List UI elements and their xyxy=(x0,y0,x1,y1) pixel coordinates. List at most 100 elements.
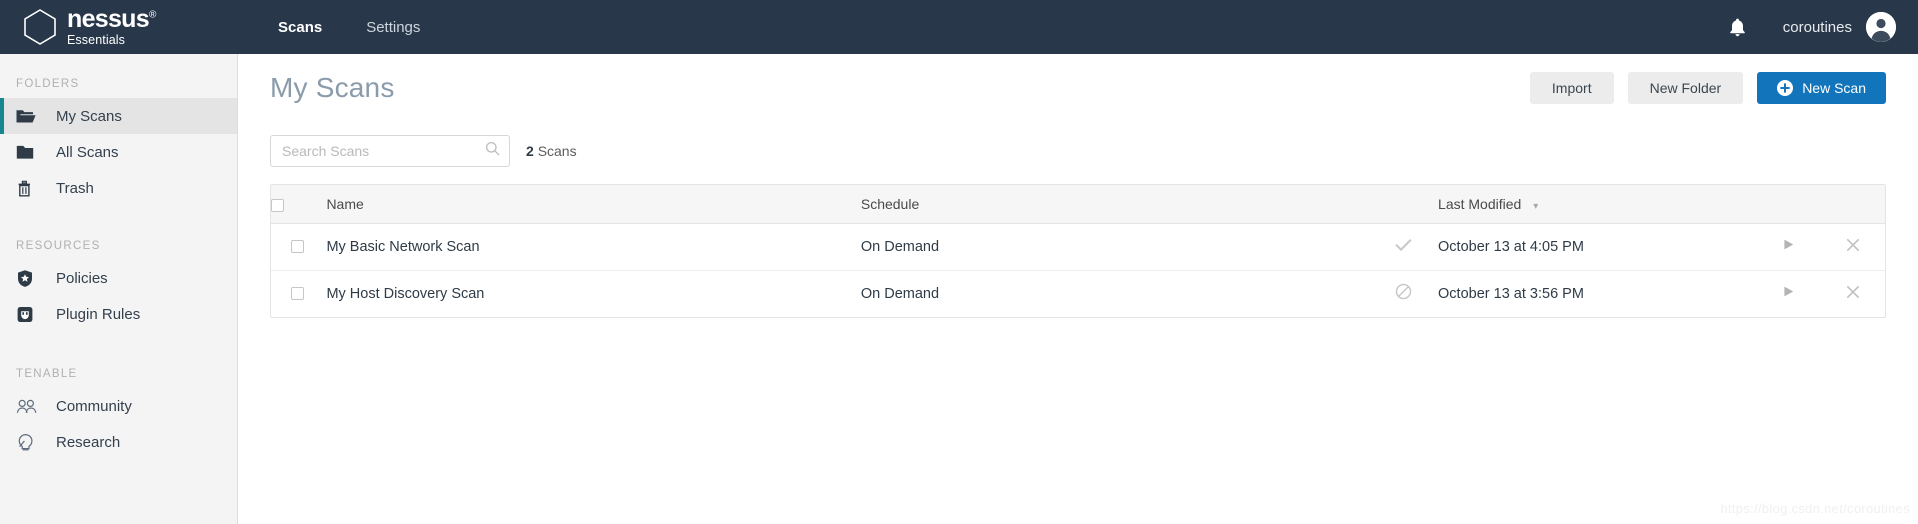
nessus-hexagon-logo-icon xyxy=(22,8,58,46)
nav-links: Scans Settings xyxy=(256,0,442,54)
row-name-cell[interactable]: My Host Discovery Scan xyxy=(324,270,858,317)
play-icon[interactable] xyxy=(1782,285,1795,298)
row-schedule-cell: On Demand xyxy=(858,223,1372,271)
sidebar-section-title-folders: FOLDERS xyxy=(16,78,80,90)
page-header-actions: Import New Folder New Scan xyxy=(1516,72,1886,104)
sidebar-item-research[interactable]: Research xyxy=(0,424,237,460)
main-content: My Scans Import New Folder New Scan Sear… xyxy=(238,54,1918,524)
nav-link-scans[interactable]: Scans xyxy=(256,0,344,54)
search-input[interactable] xyxy=(280,142,485,160)
nav-link-settings[interactable]: Settings xyxy=(344,0,442,54)
scan-name-link[interactable]: My Basic Network Scan xyxy=(324,239,479,255)
research-bulb-icon xyxy=(16,433,40,452)
sidebar-item-my-scans[interactable]: My Scans xyxy=(0,98,237,134)
sidebar-item-policies[interactable]: Policies xyxy=(0,260,237,296)
row-delete-cell xyxy=(1820,223,1885,271)
column-header-status xyxy=(1371,185,1437,224)
row-status-cell xyxy=(1371,223,1437,271)
new-scan-button[interactable]: New Scan xyxy=(1757,72,1886,104)
scan-count-label: Scans xyxy=(537,143,577,159)
sidebar-section-title-tenable: TENABLE xyxy=(16,368,78,380)
sidebar-section-resources: RESOURCES Policies Plugin Rules xyxy=(0,206,237,332)
row-launch-cell xyxy=(1756,223,1821,271)
sidebar-item-trash[interactable]: Trash xyxy=(0,170,237,206)
sidebar-section-tenable: TENABLE Community Research xyxy=(0,332,237,460)
nessus-app-window: nessus® Essentials Scans Settings corout… xyxy=(0,0,1918,524)
sidebar-item-plugin-rules[interactable]: Plugin Rules xyxy=(0,296,237,332)
sidebar-section-title-resources: RESOURCES xyxy=(16,240,101,252)
sidebar-item-label-research: Research xyxy=(56,433,121,451)
row-checkbox[interactable] xyxy=(291,240,305,254)
column-header-last-modified[interactable]: Last Modified ▾ xyxy=(1436,185,1757,224)
shield-star-icon xyxy=(16,269,40,288)
plugin-rules-icon xyxy=(16,305,40,324)
play-icon[interactable] xyxy=(1782,238,1795,251)
sidebar-item-label-policies: Policies xyxy=(56,269,108,287)
scan-name-link[interactable]: My Host Discovery Scan xyxy=(324,286,484,302)
scan-last-modified-label: October 13 at 4:05 PM xyxy=(1438,238,1584,255)
sidebar-item-label-my-scans: My Scans xyxy=(56,107,122,125)
scan-last-modified-label: October 13 at 3:56 PM xyxy=(1438,285,1584,302)
select-all-checkbox[interactable] xyxy=(271,198,284,212)
brand-logo[interactable]: nessus® Essentials xyxy=(0,0,238,54)
scan-schedule-label: On Demand xyxy=(860,285,940,302)
column-header-name-label: Name xyxy=(326,195,364,212)
table-header-row: Name Schedule Last Modified ▾ xyxy=(271,185,1885,224)
new-scan-button-label: New Scan xyxy=(1802,80,1866,96)
bell-icon[interactable] xyxy=(1728,17,1747,38)
row-schedule-cell: On Demand xyxy=(859,270,1372,317)
top-navigation-bar: nessus® Essentials Scans Settings corout… xyxy=(0,0,1918,54)
user-avatar-icon[interactable] xyxy=(1866,12,1896,42)
scans-table-header: Name Schedule Last Modified ▾ xyxy=(271,185,1885,224)
row-launch-cell xyxy=(1757,270,1821,317)
column-header-schedule[interactable]: Schedule xyxy=(858,185,1372,224)
row-last-modified-cell: October 13 at 4:05 PM xyxy=(1436,223,1757,271)
column-header-launch xyxy=(1756,185,1821,224)
row-checkbox-cell xyxy=(271,223,325,271)
sidebar-item-label-community: Community xyxy=(56,397,132,415)
folder-open-icon xyxy=(16,108,40,124)
new-folder-button[interactable]: New Folder xyxy=(1627,72,1744,104)
scans-table-container: Name Schedule Last Modified ▾ My Basic N… xyxy=(270,184,1886,318)
scans-table: Name Schedule Last Modified ▾ My Basic N… xyxy=(271,185,1885,317)
sidebar: FOLDERS My Scans All Scans Trash RESOURC… xyxy=(0,54,238,524)
check-icon xyxy=(1395,238,1412,256)
select-all-header xyxy=(271,185,325,224)
watermark: https://blog.csdn.net/coroutines xyxy=(1720,501,1910,516)
row-checkbox[interactable] xyxy=(291,287,305,301)
table-row[interactable]: My Host Discovery Scan On Demand October… xyxy=(271,270,1885,317)
import-button[interactable]: Import xyxy=(1529,72,1614,104)
brand-edition-text: Essentials xyxy=(67,33,125,48)
row-delete-cell xyxy=(1821,270,1885,317)
column-header-schedule-label: Schedule xyxy=(860,195,920,212)
close-x-icon[interactable] xyxy=(1846,238,1860,252)
sidebar-item-label-trash: Trash xyxy=(56,179,94,197)
scan-count-number: 2 xyxy=(526,143,534,159)
column-header-name[interactable]: Name xyxy=(324,185,859,224)
page-header: My Scans Import New Folder New Scan xyxy=(238,54,1918,122)
canceled-circle-slash-icon xyxy=(1395,284,1412,304)
close-x-icon[interactable] xyxy=(1846,285,1860,299)
plus-circle-icon xyxy=(1777,80,1794,96)
community-people-icon xyxy=(16,398,40,415)
row-last-modified-cell: October 13 at 3:56 PM xyxy=(1436,270,1757,317)
sidebar-section-folders: FOLDERS My Scans All Scans Trash xyxy=(0,54,237,206)
table-row[interactable]: My Basic Network Scan On Demand October … xyxy=(271,223,1885,271)
trash-icon xyxy=(16,179,40,198)
search-icon[interactable] xyxy=(485,141,500,161)
sidebar-item-label-all-scans: All Scans xyxy=(56,143,119,161)
folder-icon xyxy=(16,144,40,160)
search-scans-box[interactable] xyxy=(270,135,510,167)
scan-schedule-label: On Demand xyxy=(860,238,940,255)
column-header-last-modified-label: Last Modified xyxy=(1438,195,1522,212)
sidebar-item-community[interactable]: Community xyxy=(0,388,237,424)
sidebar-item-all-scans[interactable]: All Scans xyxy=(0,134,237,170)
brand-trademark: ® xyxy=(148,9,156,21)
scans-table-body: My Basic Network Scan On Demand October … xyxy=(271,223,1885,317)
row-status-cell xyxy=(1372,270,1436,317)
row-name-cell[interactable]: My Basic Network Scan xyxy=(324,223,859,271)
sort-descending-caret-icon[interactable]: ▾ xyxy=(1533,201,1538,212)
username-label[interactable]: coroutines xyxy=(1783,19,1852,36)
column-header-delete xyxy=(1820,185,1885,224)
sidebar-item-label-plugin-rules: Plugin Rules xyxy=(56,305,141,323)
